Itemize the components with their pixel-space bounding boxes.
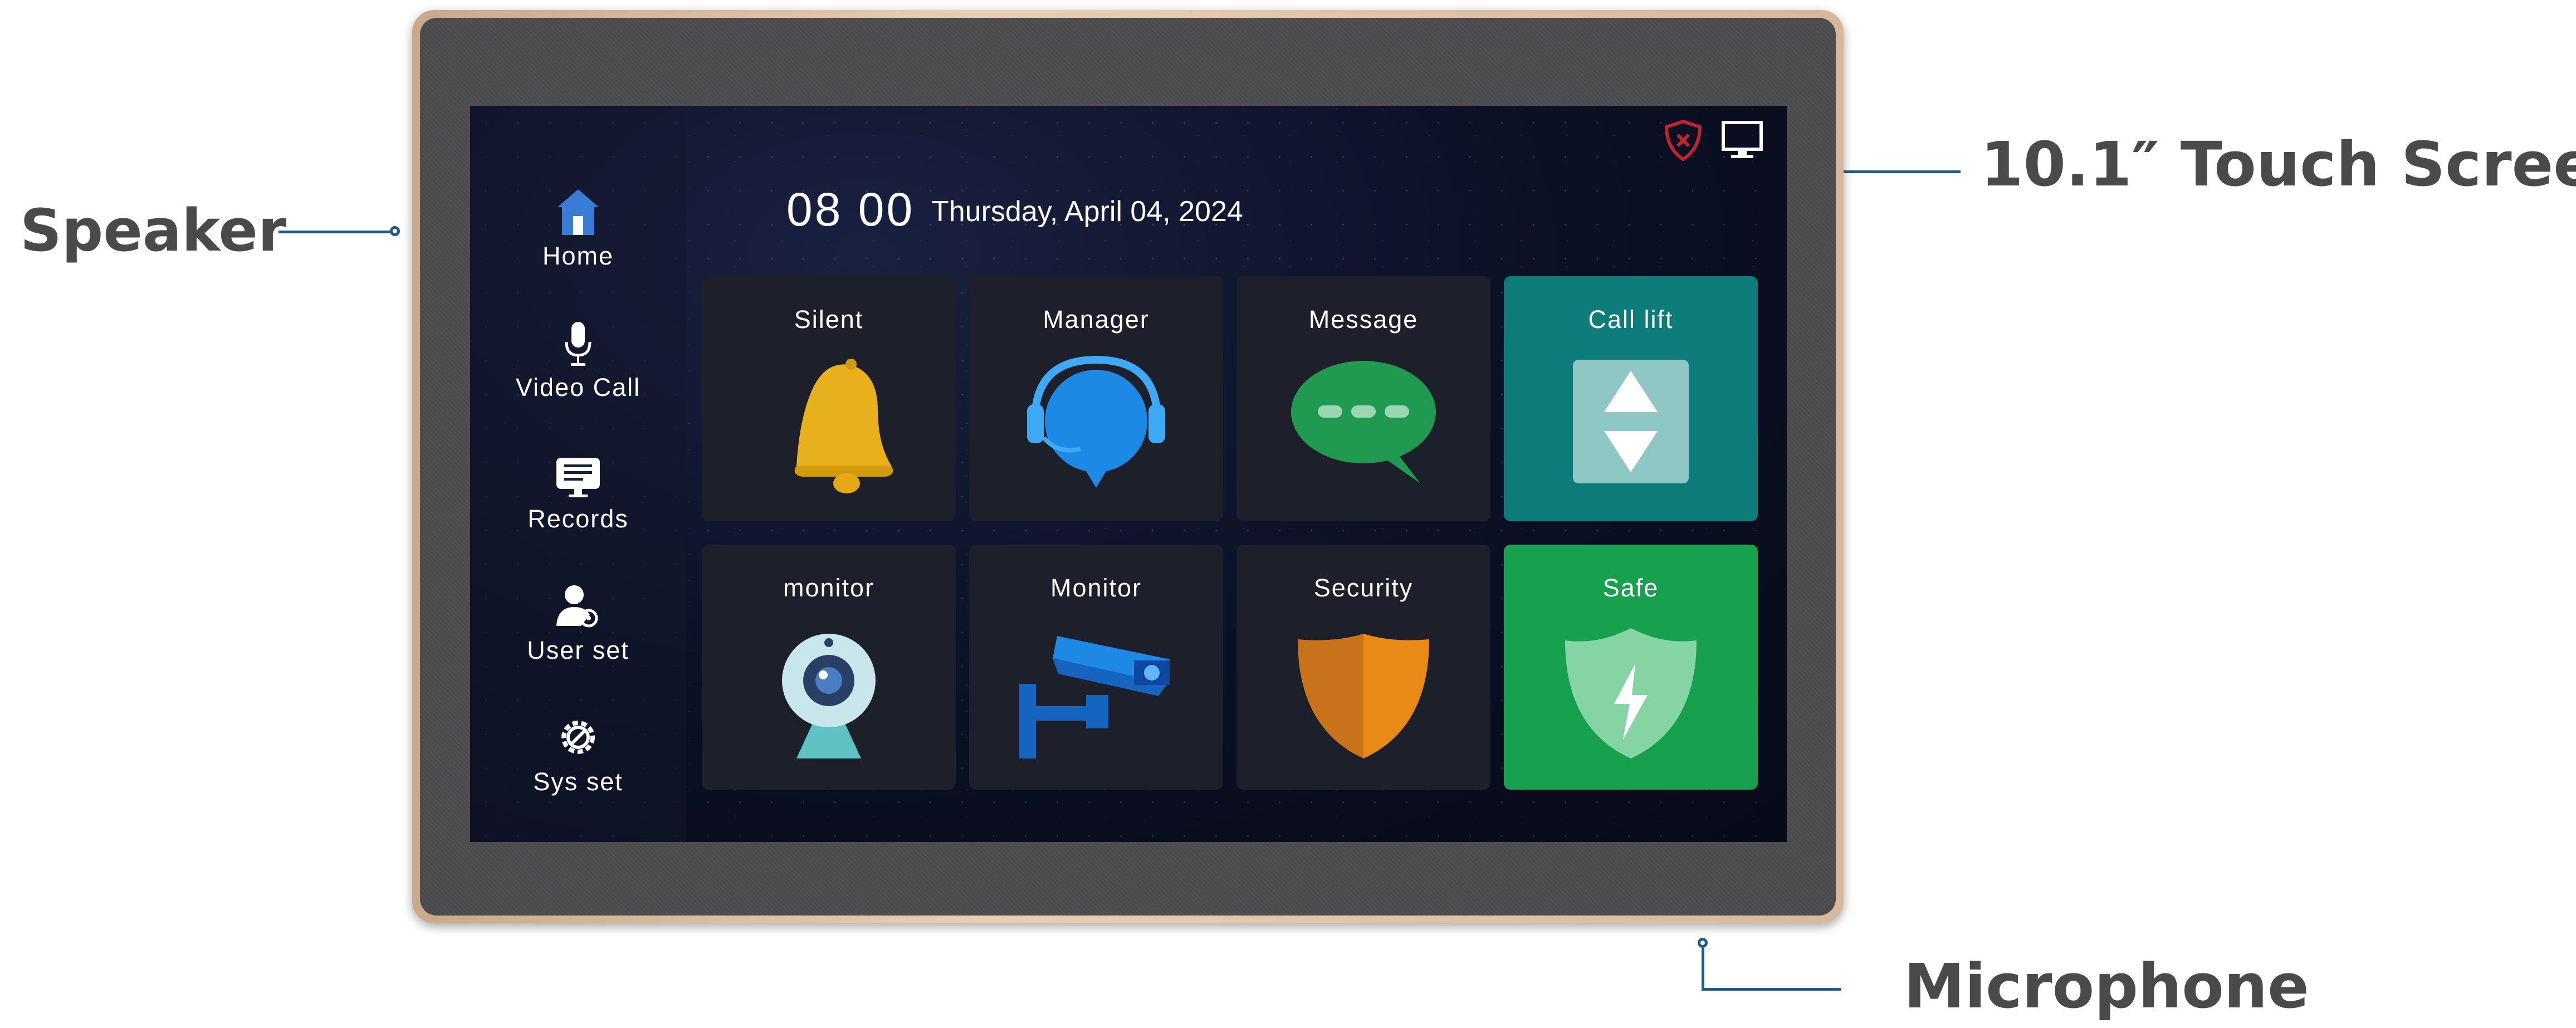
tile-call-lift[interactable]: Call lift <box>1504 276 1758 521</box>
sidebar-item-video-call[interactable]: Video Call <box>470 315 686 427</box>
tile-monitor-lowercase[interactable]: monitor <box>702 545 956 790</box>
sidebar-item-sys-set[interactable]: Sys set <box>470 709 686 821</box>
shield-icon <box>1298 634 1429 758</box>
sidebar-item-label: Home <box>542 242 614 270</box>
microphone-callout-line-horizontal <box>1702 988 1841 991</box>
monitor-icon[interactable] <box>1720 118 1764 163</box>
cctv-camera-icon <box>1019 636 1170 758</box>
system-settings-icon <box>561 721 595 754</box>
tile-message[interactable]: Message <box>1236 276 1490 521</box>
shield-lightning-icon <box>1565 628 1697 758</box>
sidebar-item-label: Sys set <box>533 767 623 796</box>
elevator-icon <box>1573 360 1689 483</box>
sidebar-item-label: Video Call <box>515 373 641 402</box>
tile-safe[interactable]: Safe <box>1504 545 1758 790</box>
sidebar: Home Video Call Records User set Sys set <box>470 106 686 842</box>
microphone-callout-line-vertical <box>1702 948 1704 990</box>
shield-alert-icon[interactable] <box>1661 118 1705 163</box>
chat-bubble-icon <box>1291 361 1436 483</box>
microphone-icon <box>565 322 592 366</box>
speaker-callout-dot <box>390 226 400 236</box>
home-icon <box>558 189 599 235</box>
user-settings-icon <box>556 585 598 628</box>
speaker-callout-label: Speaker <box>20 197 287 265</box>
sidebar-item-user-set[interactable]: User set <box>470 578 686 689</box>
microphone-callout-dot <box>1698 938 1708 948</box>
tile-monitor[interactable]: Monitor <box>969 545 1223 790</box>
tile-security[interactable]: Security <box>1236 545 1490 790</box>
tile-manager[interactable]: Manager <box>969 276 1223 521</box>
records-icon <box>556 458 600 497</box>
touch-screen[interactable]: Home Video Call Records User set Sys set… <box>470 106 1787 842</box>
clock-time: 08 00 <box>786 183 915 236</box>
bell-icon <box>794 359 893 493</box>
sidebar-item-home[interactable]: Home <box>470 184 686 295</box>
intercom-device-frame: Home Video Call Records User set Sys set… <box>412 10 1844 923</box>
tile-silent[interactable]: Silent <box>702 276 956 521</box>
sidebar-item-label: User set <box>527 636 629 664</box>
sidebar-item-records[interactable]: Records <box>470 447 686 558</box>
touch-screen-callout-label: 10.1″ Touch Screen <box>1981 129 2576 200</box>
clock-date: Thursday, April 04, 2024 <box>931 195 1243 228</box>
microphone-callout-label: Microphone <box>1904 951 2309 1022</box>
webcam-icon <box>782 634 876 758</box>
speaker-callout-line <box>278 231 395 233</box>
headset-icon <box>1027 355 1165 488</box>
sidebar-item-label: Records <box>527 505 629 533</box>
